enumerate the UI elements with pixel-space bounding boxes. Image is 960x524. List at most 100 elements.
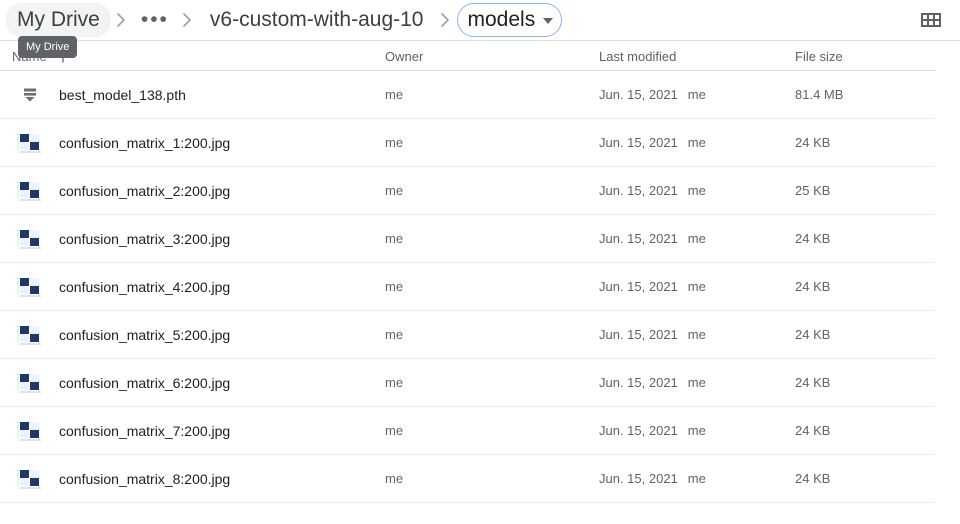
image-thumbnail-icon [17, 179, 43, 202]
last-modified-by: me [687, 183, 706, 198]
last-modified-date: Jun. 15, 2021 [599, 375, 678, 390]
table-row[interactable]: confusion_matrix_6:200.jpg me Jun. 15, 202… [0, 359, 935, 407]
file-last-modified: Jun. 15, 2021 me [599, 135, 795, 150]
table-row[interactable]: confusion_matrix_5:200.jpg me Jun. 15, 202… [0, 311, 935, 359]
file-rows-container: best_model_138.pth me Jun. 15, 2021 me 81.4 … [0, 71, 960, 503]
image-thumbnail-icon [12, 227, 48, 250]
image-thumbnail-icon [17, 467, 43, 490]
grid-view-icon [921, 13, 941, 27]
file-name: confusion_matrix_1:200.jpg [59, 134, 231, 151]
file-size: 24 KB [795, 327, 831, 342]
file-last-modified: Jun. 15, 2021 me [599, 183, 795, 198]
file-name: confusion_matrix_6:200.jpg [59, 374, 231, 391]
file-size: 24 KB [795, 471, 831, 486]
file-name: confusion_matrix_8:200.jpg [59, 470, 231, 487]
file-size: 24 KB [795, 135, 831, 150]
last-modified-date: Jun. 15, 2021 [599, 471, 678, 486]
table-row[interactable]: confusion_matrix_1:200.jpg me Jun. 15, 202… [0, 119, 935, 167]
file-owner: me [385, 327, 404, 342]
file-size: 24 KB [795, 279, 831, 294]
binary-file-icon [12, 85, 48, 105]
table-row[interactable]: confusion_matrix_2:200.jpg me Jun. 15, 202… [0, 167, 935, 215]
table-row[interactable]: confusion_matrix_3:200.jpg me Jun. 15, 202… [0, 215, 935, 263]
last-modified-by: me [687, 471, 706, 486]
image-thumbnail-icon [12, 323, 48, 346]
last-modified-date: Jun. 15, 2021 [599, 279, 678, 294]
file-name: confusion_matrix_3:200.jpg [59, 230, 231, 247]
last-modified-date: Jun. 15, 2021 [599, 87, 678, 102]
column-header-last-modified[interactable]: Last modified [599, 49, 795, 64]
breadcrumb-my-drive[interactable]: My Drive [6, 3, 111, 37]
file-last-modified: Jun. 15, 2021 me [599, 327, 795, 342]
file-last-modified: Jun. 15, 2021 me [599, 471, 795, 486]
file-name: best_model_138.pth [59, 86, 186, 103]
table-row[interactable]: confusion_matrix_7:200.jpg me Jun. 15, 202… [0, 407, 935, 455]
file-last-modified: Jun. 15, 2021 me [599, 87, 795, 102]
image-thumbnail-icon [12, 131, 48, 154]
breadcrumb-current-folder-label: models [467, 8, 536, 31]
file-list-table: Name Owner Last modified File size best_… [0, 41, 960, 503]
file-name: confusion_matrix_5:200.jpg [59, 326, 231, 343]
last-modified-by: me [687, 135, 706, 150]
chevron-down-icon[interactable] [543, 18, 554, 24]
table-header-row: Name Owner Last modified File size [0, 41, 935, 71]
breadcrumb-separator-chevron-icon [177, 12, 199, 28]
file-owner: me [385, 183, 404, 198]
file-size: 24 KB [795, 231, 831, 246]
file-name: confusion_matrix_7:200.jpg [59, 422, 231, 439]
file-size: 25 KB [795, 183, 831, 198]
binary-file-icon [24, 88, 36, 101]
last-modified-date: Jun. 15, 2021 [599, 423, 678, 438]
last-modified-by: me [687, 87, 706, 102]
file-owner: me [385, 375, 404, 390]
image-thumbnail-icon [17, 371, 43, 394]
table-row[interactable]: confusion_matrix_8:200.jpg me Jun. 15, 202… [0, 455, 935, 503]
last-modified-by: me [687, 327, 706, 342]
image-thumbnail-icon [12, 467, 48, 490]
image-thumbnail-icon [12, 371, 48, 394]
image-thumbnail-icon [17, 227, 43, 250]
last-modified-by: me [687, 423, 706, 438]
table-row[interactable]: best_model_138.pth me Jun. 15, 2021 me 81.4 … [0, 71, 935, 119]
breadcrumb-overflow-ellipsis[interactable]: ••• [133, 9, 177, 30]
last-modified-by: me [687, 375, 706, 390]
image-thumbnail-icon [17, 131, 43, 154]
column-header-owner[interactable]: Owner [385, 49, 599, 64]
image-thumbnail-icon [12, 275, 48, 298]
image-thumbnail-icon [17, 419, 43, 442]
image-thumbnail-icon [17, 275, 43, 298]
grid-view-toggle-button[interactable] [914, 3, 948, 37]
last-modified-by: me [687, 231, 706, 246]
last-modified-date: Jun. 15, 2021 [599, 231, 678, 246]
image-thumbnail-icon [17, 323, 43, 346]
file-owner: me [385, 471, 404, 486]
file-owner: me [385, 135, 404, 150]
breadcrumb-separator-chevron-icon [435, 12, 457, 28]
file-last-modified: Jun. 15, 2021 me [599, 375, 795, 390]
file-last-modified: Jun. 15, 2021 me [599, 279, 795, 294]
last-modified-date: Jun. 15, 2021 [599, 183, 678, 198]
file-size: 24 KB [795, 375, 831, 390]
file-name: confusion_matrix_4:200.jpg [59, 278, 231, 295]
breadcrumb-parent-folder[interactable]: v6-custom-with-aug-10 [199, 3, 435, 37]
breadcrumb-current-folder[interactable]: models [456, 3, 563, 37]
file-owner: me [385, 87, 404, 102]
breadcrumb-separator-chevron-icon [111, 12, 133, 28]
last-modified-by: me [687, 279, 706, 294]
my-drive-tooltip: My Drive [18, 36, 78, 58]
column-header-file-size[interactable]: File size [795, 49, 935, 64]
last-modified-date: Jun. 15, 2021 [599, 327, 678, 342]
last-modified-date: Jun. 15, 2021 [599, 135, 678, 150]
file-owner: me [385, 423, 404, 438]
file-name: confusion_matrix_2:200.jpg [59, 182, 231, 199]
table-row[interactable]: confusion_matrix_4:200.jpg me Jun. 15, 202… [0, 263, 935, 311]
image-thumbnail-icon [12, 419, 48, 442]
breadcrumb-bar: My Drive ••• v6-custom-with-aug-10 model… [0, 0, 960, 58]
file-owner: me [385, 279, 404, 294]
file-last-modified: Jun. 15, 2021 me [599, 423, 795, 438]
file-last-modified: Jun. 15, 2021 me [599, 231, 795, 246]
file-size: 81.4 MB [795, 87, 844, 102]
file-owner: me [385, 231, 404, 246]
image-thumbnail-icon [12, 179, 48, 202]
file-size: 24 KB [795, 423, 831, 438]
